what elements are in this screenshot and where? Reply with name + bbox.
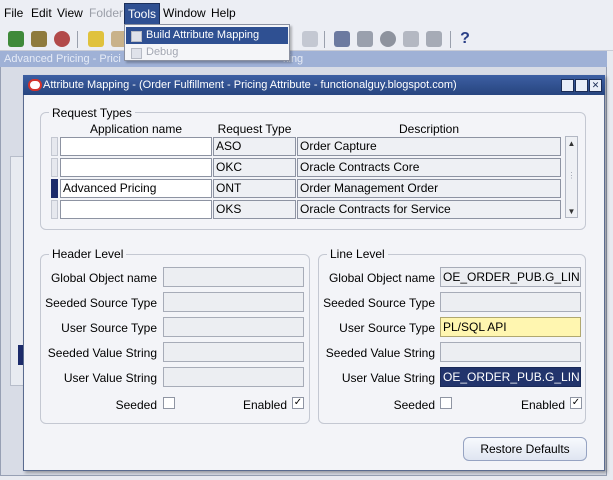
scroll-down-icon[interactable]: ▼ bbox=[566, 206, 577, 217]
minimize-icon[interactable] bbox=[561, 79, 574, 92]
line-seeded-value-string-field[interactable] bbox=[440, 342, 581, 362]
header-enabled-label: Enabled bbox=[242, 398, 287, 412]
menu-window[interactable]: Window bbox=[160, 3, 209, 23]
zoom-icon[interactable] bbox=[426, 31, 442, 47]
menu-view[interactable]: View bbox=[54, 3, 86, 23]
request-type-cell[interactable]: ASO bbox=[213, 137, 296, 156]
column-header-description: Description bbox=[398, 122, 460, 136]
close-icon[interactable]: ✕ bbox=[589, 79, 602, 92]
request-types-scrollbar[interactable]: ▲ ⋮ ▼ bbox=[565, 136, 578, 218]
menu-tools[interactable]: Tools bbox=[124, 3, 161, 25]
tools-dropdown-menu: Build Attribute Mapping Rules Debug bbox=[124, 24, 290, 61]
edit-field-icon[interactable] bbox=[334, 31, 350, 47]
column-header-application-name: Application name bbox=[89, 122, 183, 136]
row-indicator[interactable] bbox=[51, 137, 58, 156]
header-seeded-source-type-label: Seeded Source Type bbox=[45, 296, 157, 310]
request-type-cell[interactable]: ONT bbox=[213, 179, 296, 198]
line-global-object-name-field[interactable]: OE_ORDER_PUB.G_LINE bbox=[440, 267, 581, 287]
background-window-title: Advanced Pricing - Prici bbox=[4, 53, 121, 65]
menu-check-icon bbox=[131, 48, 142, 59]
find-icon[interactable] bbox=[31, 31, 47, 47]
header-global-object-name-label: Global Object name bbox=[50, 271, 157, 285]
menu-bar: File Edit View Folder Tools Window Help bbox=[0, 0, 613, 27]
line-seeded-value-string-label: Seeded Value String bbox=[325, 346, 435, 360]
scroll-thumb-icon[interactable]: ⋮ bbox=[566, 170, 577, 181]
header-global-object-name-field[interactable] bbox=[163, 267, 304, 287]
folder-icon[interactable] bbox=[357, 31, 373, 47]
column-header-request-type: Request Type bbox=[217, 122, 292, 136]
attachment-icon[interactable] bbox=[380, 31, 396, 47]
line-seeded-source-type-label: Seeded Source Type bbox=[323, 296, 435, 310]
menu-file[interactable]: File bbox=[1, 3, 26, 23]
header-seeded-value-string-field[interactable] bbox=[163, 342, 304, 362]
oracle-logo-icon bbox=[28, 79, 42, 91]
restore-defaults-button[interactable]: Restore Defaults bbox=[463, 437, 587, 461]
header-seeded-source-type-field[interactable] bbox=[163, 292, 304, 312]
new-record-icon[interactable] bbox=[8, 31, 24, 47]
toolbar-separator bbox=[324, 31, 325, 48]
line-seeded-label: Seeded bbox=[393, 398, 435, 412]
line-seeded-source-type-field[interactable] bbox=[440, 292, 581, 312]
application-name-cell[interactable]: Advanced Pricing bbox=[60, 179, 212, 198]
header-user-source-type-field[interactable] bbox=[163, 317, 304, 337]
description-cell[interactable]: Order Capture bbox=[297, 137, 561, 156]
description-cell[interactable]: Oracle Contracts Core bbox=[297, 158, 561, 177]
request-type-cell[interactable]: OKS bbox=[213, 200, 296, 219]
menu-item-debug[interactable]: Debug bbox=[126, 44, 288, 61]
menu-edit[interactable]: Edit bbox=[28, 3, 55, 23]
save-icon[interactable] bbox=[88, 31, 104, 47]
line-seeded-checkbox[interactable] bbox=[440, 397, 452, 409]
toolbar: ? bbox=[0, 27, 613, 51]
header-level-label: Header Level bbox=[49, 247, 127, 261]
toolbar-separator bbox=[77, 31, 78, 48]
help-icon[interactable]: ? bbox=[458, 30, 472, 48]
header-user-value-string-field[interactable] bbox=[163, 367, 304, 387]
menu-check-icon bbox=[131, 31, 142, 42]
application-name-cell[interactable] bbox=[60, 158, 212, 177]
line-user-source-type-label: User Source Type bbox=[339, 321, 435, 335]
translations-icon[interactable] bbox=[403, 31, 419, 47]
toolbar-separator bbox=[450, 31, 451, 48]
line-user-value-string-label: User Value String bbox=[341, 371, 435, 385]
background-window-titlebar: Advanced Pricing - Prici king bbox=[0, 51, 607, 67]
header-seeded-value-string-label: Seeded Value String bbox=[47, 346, 157, 360]
menu-item-build-attribute-mapping-rules[interactable]: Build Attribute Mapping Rules bbox=[126, 27, 288, 58]
maximize-icon[interactable] bbox=[575, 79, 588, 92]
application-name-cell[interactable] bbox=[60, 137, 212, 156]
attribute-mapping-titlebar: Attribute Mapping - (Order Fulfillment -… bbox=[23, 75, 605, 95]
header-seeded-label: Seeded bbox=[115, 398, 157, 412]
line-user-value-string-field[interactable]: OE_ORDER_PUB.G_LINE bbox=[440, 367, 581, 387]
header-enabled-checkbox[interactable]: ✓ bbox=[292, 397, 304, 409]
window-title: Attribute Mapping - (Order Fulfillment -… bbox=[43, 79, 457, 91]
row-indicator[interactable] bbox=[51, 200, 58, 219]
description-cell[interactable]: Oracle Contracts for Service bbox=[297, 200, 561, 219]
header-seeded-checkbox[interactable] bbox=[163, 397, 175, 409]
line-global-object-name-label: Global Object name bbox=[328, 271, 435, 285]
header-user-source-type-label: User Source Type bbox=[61, 321, 157, 335]
line-user-source-type-field[interactable]: PL/SQL API bbox=[440, 317, 581, 337]
navigator-icon[interactable] bbox=[54, 31, 70, 47]
description-cell[interactable]: Order Management Order bbox=[297, 179, 561, 198]
line-level-label: Line Level bbox=[327, 247, 388, 261]
application-name-cell[interactable] bbox=[60, 200, 212, 219]
scroll-up-icon[interactable]: ▲ bbox=[566, 138, 577, 149]
header-user-value-string-label: User Value String bbox=[63, 371, 157, 385]
menu-help[interactable]: Help bbox=[208, 3, 239, 23]
line-enabled-label: Enabled bbox=[520, 398, 565, 412]
row-indicator[interactable] bbox=[51, 158, 58, 177]
request-type-cell[interactable]: OKC bbox=[213, 158, 296, 177]
request-types-label: Request Types bbox=[49, 106, 135, 120]
row-indicator-current[interactable] bbox=[51, 179, 58, 198]
line-enabled-checkbox[interactable]: ✓ bbox=[570, 397, 582, 409]
clear-icon[interactable] bbox=[302, 31, 318, 47]
menu-folder[interactable]: Folder bbox=[86, 3, 126, 23]
